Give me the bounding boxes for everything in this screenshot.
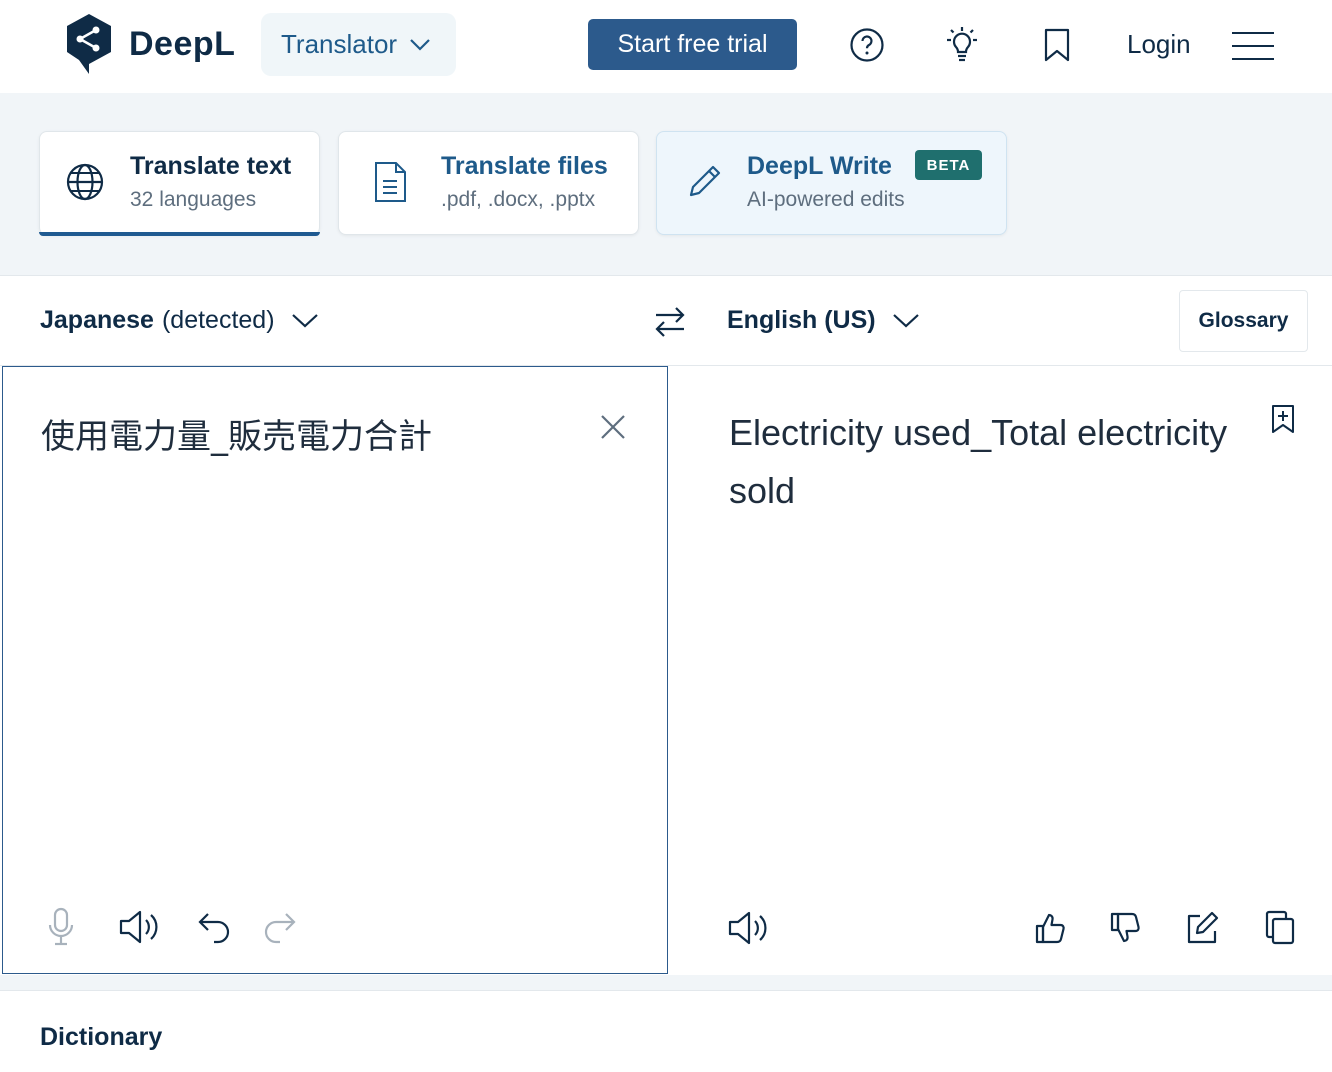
chevron-down-icon [892,313,919,327]
microphone-icon[interactable] [39,905,83,949]
target-language-name: English (US) [727,306,876,334]
redo-icon[interactable] [257,905,301,949]
tab-deepl-write[interactable]: DeepL Write AI-powered edits BETA [656,131,1007,235]
edit-icon[interactable] [1180,906,1224,950]
tab-translate-files-subtitle: .pdf, .docx, .pptx [441,188,596,211]
deepl-logo[interactable]: DeepL [63,12,235,76]
tab-deepl-write-title: DeepL Write [747,152,892,180]
swap-languages-icon[interactable] [650,302,690,342]
undo-icon[interactable] [193,905,237,949]
target-language-selector[interactable]: English (US) [727,306,920,335]
section-divider [0,975,1332,990]
tab-translate-text-subtitle: 32 languages [130,188,257,211]
translator-panel: Japanese (detected) English (US) Glossar… [0,275,1332,975]
chevron-down-icon [291,313,318,327]
target-text-area: Electricity used_Total electricity sold [668,366,1332,974]
start-free-trial-button[interactable]: Start free trial [588,19,797,70]
document-icon [369,160,411,204]
tab-deepl-write-subtitle: AI-powered edits [747,188,905,211]
hamburger-menu-icon[interactable] [1232,30,1274,62]
tab-translate-text[interactable]: Translate text 32 languages [39,131,320,236]
bookmark-add-icon[interactable] [1270,404,1296,434]
lightbulb-icon[interactable] [941,24,983,66]
mode-selector-area: Translate text 32 languages Translate fi… [0,93,1332,275]
tab-translate-files[interactable]: Translate files .pdf, .docx, .pptx [338,131,639,235]
source-toolbar [3,905,667,949]
bookmark-icon[interactable] [1036,24,1078,66]
active-tab-indicator [39,232,320,236]
deepl-logo-icon [67,14,111,74]
copy-icon[interactable] [1258,906,1302,950]
beta-badge: BETA [915,150,982,180]
pencil-icon [683,160,725,204]
tab-translate-text-title: Translate text [130,152,292,180]
thumbs-up-icon[interactable] [1029,906,1073,950]
source-text[interactable]: 使用電力量_販売電力合計 [41,409,432,458]
brand-name: DeepL [129,24,236,63]
top-header: DeepL Translator Start free trial Login [0,0,1332,93]
globe-icon [64,160,106,204]
language-bar: Japanese (detected) English (US) Glossar… [0,276,1332,366]
speaker-icon[interactable] [117,905,161,949]
source-language-detected: (detected) [161,306,275,334]
product-switch-label: Translator [281,29,398,59]
speaker-icon[interactable] [726,906,770,950]
dictionary-section: Dictionary [0,990,1332,1072]
source-language-name: Japanese [40,306,154,334]
source-text-area[interactable]: 使用電力量_販売電力合計 [2,366,668,974]
glossary-button[interactable]: Glossary [1179,290,1308,352]
tab-translate-files-title: Translate files [441,152,608,180]
source-language-selector[interactable]: Japanese (detected) [40,306,319,335]
thumbs-down-icon[interactable] [1104,906,1148,950]
help-circle-icon[interactable] [846,24,888,66]
product-switch-dropdown[interactable]: Translator [261,13,456,76]
login-link[interactable]: Login [1127,29,1191,60]
target-toolbar [668,906,1332,950]
chevron-down-icon [410,38,430,51]
close-icon[interactable] [597,411,629,443]
translated-text[interactable]: Electricity used_Total electricity sold [729,404,1269,520]
dictionary-title: Dictionary [40,1023,163,1051]
